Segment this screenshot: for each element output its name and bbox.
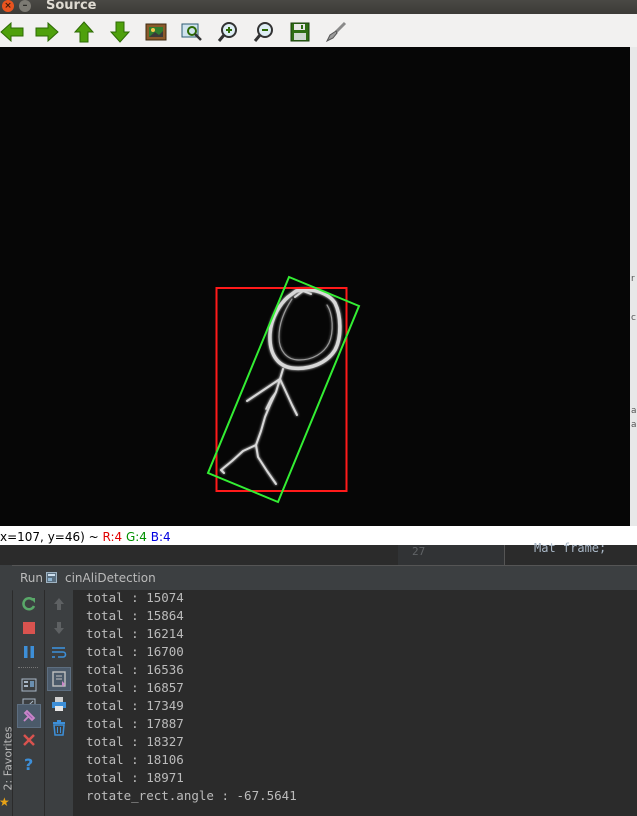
run-config-icon — [46, 572, 57, 583]
pin-tab-highlight[interactable] — [17, 704, 41, 728]
console-line: total : 16857 — [86, 680, 184, 695]
window-title: Source — [46, 0, 97, 13]
close-icon[interactable] — [20, 731, 38, 749]
code-line: Mat frame; — [534, 541, 607, 555]
console-lines: total : 15074 total : 15864 total : 1621… — [86, 589, 297, 805]
scroll-to-end-icon — [52, 671, 66, 687]
console-line: total : 16214 — [86, 626, 184, 641]
run-toolbar-primary: ? — [13, 590, 45, 816]
image-toolbar — [0, 14, 637, 47]
picture-icon[interactable] — [144, 21, 168, 43]
green-value: G:4 — [125, 530, 147, 544]
window-titlebar: × – Source — [0, 0, 637, 14]
run-panel-header: Run cinAliDetection — [12, 565, 637, 591]
blue-value: B:4 — [150, 530, 171, 544]
pin-icon — [23, 709, 36, 722]
arrow-right-icon[interactable] — [35, 21, 59, 43]
run-config-name[interactable]: cinAliDetection — [65, 571, 156, 585]
soft-wrap-icon[interactable] — [50, 643, 68, 661]
minimize-window-button[interactable]: – — [19, 0, 31, 12]
stop-icon[interactable] — [20, 619, 38, 637]
properties-brush-icon[interactable] — [324, 21, 348, 43]
zoom-in-icon[interactable] — [216, 21, 240, 43]
close-window-button[interactable]: × — [2, 0, 14, 12]
console-line: rotate_rect.angle : -67.5641 — [86, 788, 297, 803]
red-value: R:4 — [102, 530, 123, 544]
console-line: total : 18971 — [86, 770, 184, 785]
arrow-left-icon[interactable] — [0, 21, 24, 43]
rerun-icon[interactable] — [20, 595, 38, 613]
zoom-out-icon[interactable] — [252, 21, 276, 43]
console-line: total : 16536 — [86, 662, 184, 677]
background-window-edge: r c a a — [630, 47, 637, 545]
image-canvas[interactable] — [0, 47, 630, 526]
scroll-down-icon[interactable] — [50, 619, 68, 637]
run-toolbar-secondary — [45, 590, 74, 816]
console-line: total : 17887 — [86, 716, 184, 731]
scroll-up-icon[interactable] — [50, 595, 68, 613]
pause-icon[interactable] — [20, 643, 38, 661]
cursor-coordinates: x=107, y=46) ~ — [0, 530, 103, 544]
svg-text:?: ? — [24, 756, 33, 772]
console-output[interactable]: total : 15074 total : 15864 total : 1621… — [74, 590, 637, 816]
source-window: × – Source r c a a x=107, y=46) ~ R:4 G:… — [0, 0, 637, 545]
zoom-window-icon[interactable] — [180, 21, 204, 43]
clear-all-icon[interactable] — [50, 719, 68, 737]
console-line: total : 15074 — [86, 590, 184, 605]
dump-threads-icon[interactable] — [20, 676, 38, 694]
console-line: total : 15864 — [86, 608, 184, 623]
console-line: total : 16700 — [86, 644, 184, 659]
console-line: total : 18327 — [86, 734, 184, 749]
help-icon[interactable]: ? — [20, 755, 38, 773]
console-line: total : 17349 — [86, 698, 184, 713]
edge-image — [0, 47, 630, 526]
toolbar-separator — [18, 667, 38, 668]
run-panel-title: Run — [20, 571, 44, 585]
print-icon[interactable] — [50, 695, 68, 713]
console-line: total : 18106 — [86, 752, 184, 767]
arrow-up-icon[interactable] — [72, 21, 96, 43]
arrow-down-icon[interactable] — [108, 21, 132, 43]
save-icon[interactable] — [288, 21, 312, 43]
favorites-star-icon: ★ — [0, 795, 10, 809]
line-number: 27 — [412, 545, 426, 558]
scroll-to-end-toggle[interactable] — [47, 667, 71, 691]
